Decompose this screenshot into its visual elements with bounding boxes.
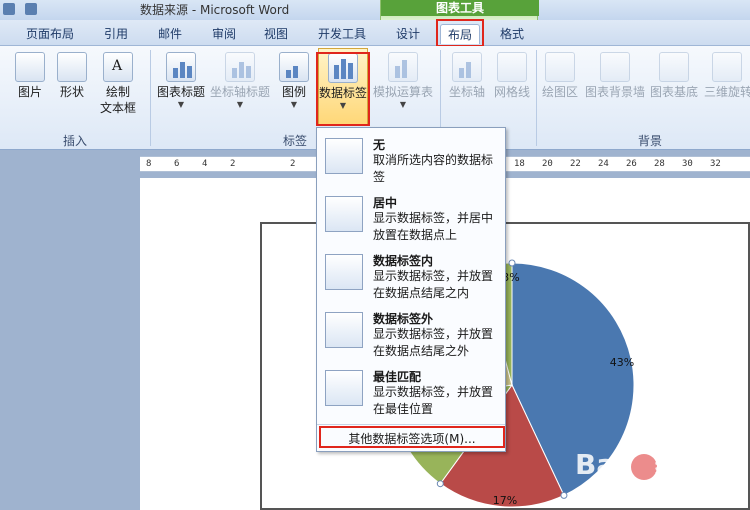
option-title: 数据标签内	[373, 254, 434, 268]
watermark-url: jingyan.baidu.com	[579, 490, 681, 503]
option-title: 最佳匹配	[373, 370, 422, 384]
option-desc: 取消所选内容的数据标签	[373, 153, 494, 184]
pie-data-label[interactable]: 43%	[610, 356, 634, 369]
baidu-watermark: Bai 经验 jingyan.baidu.com	[575, 448, 725, 510]
more-data-label-options[interactable]: 其他数据标签选项(M)...	[319, 426, 505, 448]
option-outside-end[interactable]: 数据标签外 显示数据标签，并放置 在数据点结尾之外	[321, 306, 503, 364]
option-desc: 显示数据标签，并放置 在数据点结尾之外	[373, 327, 494, 358]
pie-data-label[interactable]: 17%	[493, 494, 517, 507]
option-best-fit[interactable]: 最佳匹配 显示数据标签，并放置 在最佳位置	[321, 364, 503, 422]
option-title: 数据标签外	[373, 312, 434, 326]
inside-end-label-icon	[325, 254, 363, 290]
selection-handle[interactable]	[436, 480, 444, 488]
option-desc: 显示数据标签，并放置 在数据点结尾之内	[373, 269, 494, 300]
data-labels-dropdown: 无 取消所选内容的数据标签 居中 显示数据标签，并居中 放置在数据点上 数据标签内…	[316, 127, 506, 452]
option-center[interactable]: 居中 显示数据标签，并居中 放置在数据点上	[321, 190, 503, 248]
option-title: 居中	[373, 196, 398, 210]
option-desc: 显示数据标签，并放置 在最佳位置	[373, 385, 494, 416]
option-inside-end[interactable]: 数据标签内 显示数据标签，并放置 在数据点结尾之内	[321, 248, 503, 306]
selection-handle[interactable]	[508, 259, 516, 267]
none-label-icon	[325, 138, 363, 174]
outside-end-label-icon	[325, 312, 363, 348]
selection-handle[interactable]	[560, 491, 568, 499]
center-label-icon	[325, 196, 363, 232]
option-title: 无	[373, 138, 386, 152]
option-desc: 显示数据标签，并居中 放置在数据点上	[373, 211, 494, 242]
best-fit-label-icon	[325, 370, 363, 406]
watermark-brand: Bai 经验	[575, 448, 699, 481]
option-none[interactable]: 无 取消所选内容的数据标签	[321, 132, 503, 190]
menu-separator	[317, 424, 505, 425]
